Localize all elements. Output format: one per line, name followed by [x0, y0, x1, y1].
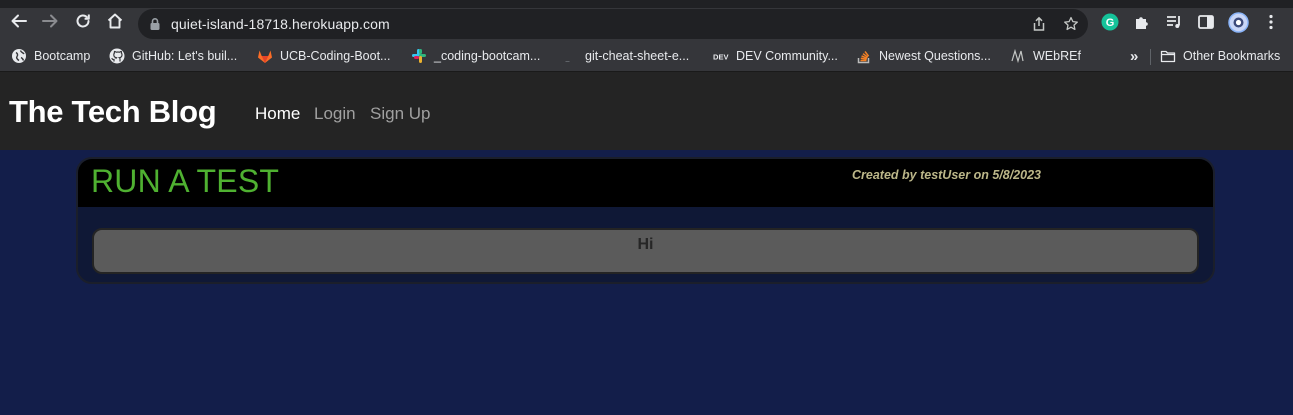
- extensions-icon[interactable]: [1133, 13, 1151, 31]
- post-title: RUN A TEST: [91, 163, 280, 199]
- post-text: Hi: [637, 236, 654, 253]
- side-panel-icon[interactable]: [1197, 13, 1215, 31]
- gitlab-icon: [257, 48, 273, 64]
- bookmark-item[interactable]: UCB-Coding-Boot...: [257, 47, 390, 65]
- folder-icon: [1160, 48, 1176, 64]
- post-body: Hi: [92, 228, 1199, 274]
- url-text[interactable]: quiet-island-18718.herokuapp.com: [171, 16, 390, 32]
- nav-signup-link[interactable]: Sign Up: [370, 104, 430, 124]
- tab-strip: [0, 0, 1293, 8]
- bookmark-label: DEV Community...: [736, 49, 838, 63]
- slack-icon: [411, 48, 427, 64]
- home-icon[interactable]: [105, 11, 125, 31]
- address-bar[interactable]: quiet-island-18718.herokuapp.com: [138, 9, 1088, 39]
- post-card[interactable]: RUN A TEST Created by testUser on 5/8/20…: [76, 157, 1215, 284]
- m-icon: [1010, 48, 1026, 64]
- github-icon: [109, 48, 125, 64]
- svg-text:G: G: [1106, 17, 1115, 29]
- blank-page-icon: [562, 48, 578, 64]
- bookmark-label: WEbREf: [1033, 49, 1081, 63]
- nav-home-link[interactable]: Home: [255, 104, 300, 124]
- bookmark-item[interactable]: git-cheat-sheet-e...: [562, 47, 689, 65]
- reload-icon[interactable]: [73, 11, 93, 31]
- back-arrow-icon[interactable]: [9, 11, 29, 31]
- menu-icon[interactable]: [1262, 13, 1280, 31]
- bookmarks-bar: Bootcamp GitHub: Let's buil... UCB-Codin…: [0, 42, 1293, 71]
- reading-list-icon[interactable]: [1165, 13, 1183, 31]
- grammarly-icon[interactable]: G: [1101, 13, 1119, 31]
- svg-text:DEV: DEV: [713, 53, 729, 62]
- profile-icon[interactable]: [1228, 12, 1249, 33]
- bookmark-label: UCB-Coding-Boot...: [280, 49, 391, 63]
- bookmark-item[interactable]: Newest Questions...: [856, 47, 991, 65]
- post-meta: Created by testUser on 5/8/2023: [852, 168, 1041, 182]
- site-brand[interactable]: The Tech Blog: [9, 94, 217, 130]
- bookmark-label: Other Bookmarks: [1183, 49, 1281, 63]
- forward-arrow-icon[interactable]: [40, 11, 60, 31]
- dev-icon: DEV: [713, 48, 729, 64]
- bookmark-item[interactable]: WEbREf: [1010, 47, 1081, 65]
- globe-icon: [11, 48, 27, 64]
- stackoverflow-icon: [856, 48, 872, 64]
- star-icon[interactable]: [1063, 16, 1079, 32]
- share-icon[interactable]: [1031, 16, 1047, 32]
- post-header: RUN A TEST Created by testUser on 5/8/20…: [78, 159, 1213, 207]
- bookmark-item[interactable]: DEV DEV Community...: [713, 47, 838, 65]
- site-header: The Tech Blog Home Login Sign Up: [0, 71, 1293, 150]
- bookmark-label: Bootcamp: [34, 49, 91, 63]
- bookmarks-divider: [1150, 49, 1151, 65]
- other-bookmarks-folder[interactable]: Other Bookmarks: [1160, 47, 1280, 65]
- browser-toolbar: quiet-island-18718.herokuapp.com G: [0, 0, 1293, 42]
- lock-icon[interactable]: [148, 17, 162, 31]
- bookmark-item[interactable]: GitHub: Let's buil...: [109, 47, 237, 65]
- bookmark-item[interactable]: Bootcamp: [11, 47, 90, 65]
- bookmark-label: _coding-bootcam...: [434, 49, 541, 63]
- bookmark-item[interactable]: _coding-bootcam...: [411, 47, 540, 65]
- bookmark-label: Newest Questions...: [879, 49, 991, 63]
- nav-login-link[interactable]: Login: [314, 104, 356, 124]
- bookmark-label: git-cheat-sheet-e...: [585, 49, 690, 63]
- bookmarks-overflow-button[interactable]: »: [1130, 47, 1138, 65]
- bookmark-label: GitHub: Let's buil...: [132, 49, 238, 63]
